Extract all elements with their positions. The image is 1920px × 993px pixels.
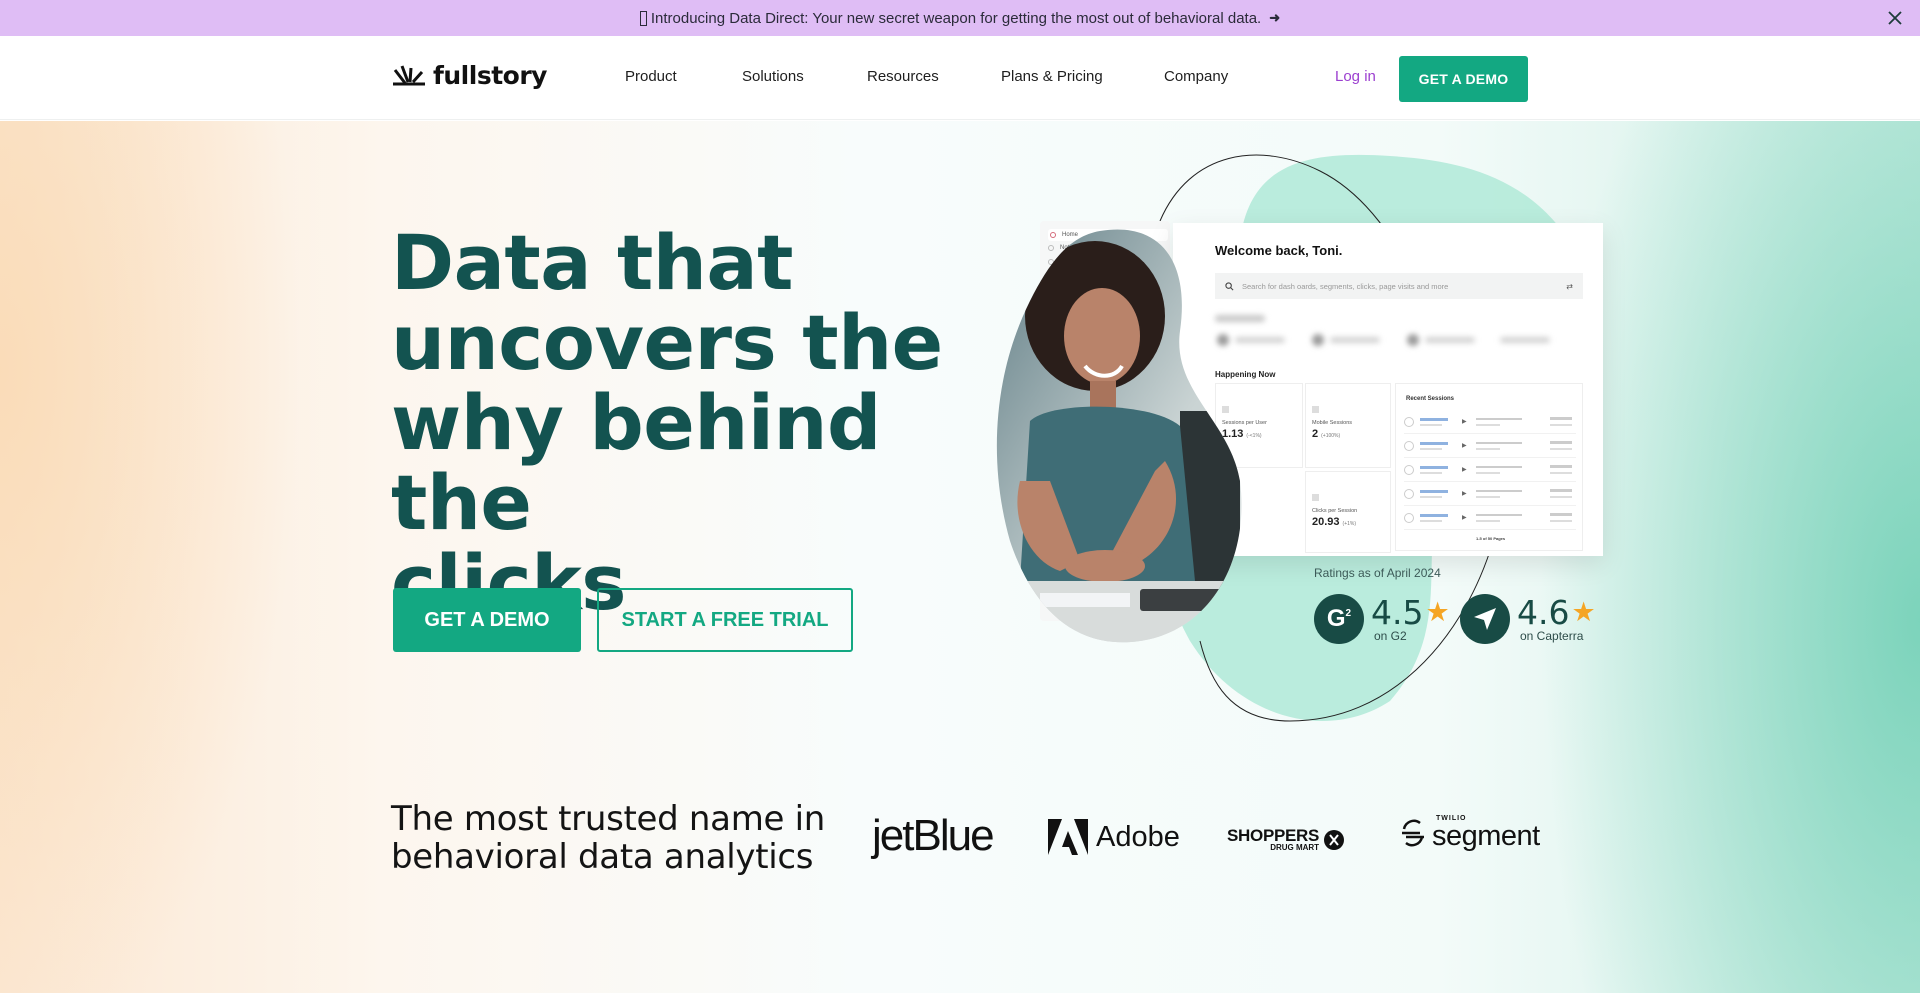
- metric-label: Mobile Sessions: [1312, 420, 1353, 426]
- nav-resources[interactable]: Resources: [867, 68, 939, 85]
- capterra-logo-icon: [1460, 594, 1510, 644]
- search-placeholder: Search for dash oards, segments, clicks,…: [1242, 281, 1449, 291]
- g2-logo-icon: G2: [1314, 594, 1364, 644]
- hero-free-trial-button[interactable]: START A FREE TRIAL: [597, 588, 853, 652]
- rating-capterra: 4.6 ★ on Capterra: [1460, 594, 1596, 644]
- filter-icon: ⇄: [1566, 281, 1573, 291]
- session-row: ▶: [1404, 486, 1576, 506]
- play-icon: ▶: [1462, 515, 1467, 521]
- rating-score: 4.6: [1517, 592, 1570, 632]
- main-navigation: fullstory Product Solutions Resources Pl…: [0, 36, 1920, 120]
- session-row: ▶: [1404, 462, 1576, 482]
- rating-score: 4.5: [1371, 592, 1424, 632]
- rating-platform: on Capterra: [1520, 628, 1584, 643]
- ratings-caption: Ratings as of April 2024: [1314, 566, 1441, 580]
- hero-illustration: Home Notifications Notes Data Exports Li…: [990, 121, 1650, 741]
- metric-value: 2 (+100%): [1312, 428, 1341, 440]
- session-row: ▶: [1404, 510, 1576, 530]
- play-icon: ▶: [1462, 491, 1467, 497]
- play-icon: ▶: [1462, 467, 1467, 473]
- metric-label: Clicks per Session: [1312, 508, 1358, 514]
- nav-solutions[interactable]: Solutions: [742, 68, 804, 85]
- announcement-bar[interactable]: Introducing Data Direct: Your new secret…: [0, 0, 1920, 36]
- shoppers-emblem-icon: [1324, 829, 1345, 850]
- play-icon: ▶: [1462, 443, 1467, 449]
- shoppers-drug-mart-logo: SHOPPERS DRUG MART: [1227, 827, 1345, 852]
- nav-get-demo-button[interactable]: GET A DEMO: [1399, 56, 1528, 102]
- nav-product[interactable]: Product: [625, 68, 677, 85]
- user-avatar-icon: [1404, 417, 1414, 427]
- close-announcement-button[interactable]: [1884, 7, 1906, 29]
- sessions-pager: 1-5 of 50 Pages: [1476, 536, 1506, 541]
- session-row: ▶: [1404, 414, 1576, 434]
- hero-headline: Data that uncovers the why behind the cl…: [391, 223, 1011, 623]
- trusted-line: The most trusted name in: [391, 799, 826, 839]
- fullstory-burst-icon: [393, 64, 425, 85]
- star-icon: ★: [1571, 596, 1596, 628]
- arrow-right-icon[interactable]: ➜: [1269, 10, 1280, 26]
- rating-g2: G2 4.5 ★ on G2: [1314, 594, 1450, 644]
- star-icon: ★: [1425, 596, 1450, 628]
- user-avatar-icon: [1404, 441, 1414, 451]
- user-avatar-icon: [1404, 513, 1414, 523]
- announcement-text[interactable]: Introducing Data Direct: Your new secret…: [651, 10, 1261, 27]
- hero-get-demo-button[interactable]: GET A DEMO: [393, 588, 581, 652]
- recent-sessions-title: Recent Sessions: [1406, 396, 1455, 402]
- user-avatar-icon: [1404, 489, 1414, 499]
- adobe-a-icon: [1048, 819, 1088, 855]
- metric-card: Mobile Sessions 2 (+100%): [1305, 383, 1391, 468]
- headline-line: Data that: [391, 218, 794, 307]
- rating-platform: on G2: [1374, 628, 1407, 643]
- adobe-logo: Adobe: [1048, 819, 1180, 855]
- metric-icon: [1312, 406, 1319, 413]
- trusted-heading: The most trusted name in behavioral data…: [391, 800, 825, 876]
- twilio-segment-logo: TWILIO segment: [1400, 815, 1540, 851]
- metric-icon: [1312, 494, 1319, 501]
- nav-plans-pricing[interactable]: Plans & Pricing: [1001, 68, 1103, 85]
- dashboard-search: Search for dash oards, segments, clicks,…: [1215, 273, 1583, 299]
- blurred-shortcuts: [1215, 315, 1575, 355]
- metric-card: Clicks per Session 20.93 (+1%): [1305, 471, 1391, 553]
- trusted-line: behavioral data analytics: [391, 837, 814, 877]
- jetblue-logo: jetBlue: [872, 811, 995, 860]
- headline-line: why behind the: [391, 378, 881, 547]
- metric-value: 20.93 (+1%): [1312, 516, 1357, 528]
- play-icon: ▶: [1462, 419, 1467, 425]
- close-icon: [1888, 11, 1902, 25]
- segment-icon: [1402, 819, 1424, 847]
- session-row: ▶: [1404, 438, 1576, 458]
- headline-line: uncovers the: [391, 298, 943, 387]
- nav-company[interactable]: Company: [1164, 68, 1228, 85]
- missing-glyph-icon: [639, 10, 647, 26]
- hero-section: Data that uncovers the why behind the cl…: [0, 121, 1920, 993]
- user-avatar-icon: [1404, 465, 1414, 475]
- login-link[interactable]: Log in: [1335, 68, 1376, 85]
- logo-wordmark: fullstory: [433, 61, 547, 90]
- person-photo: [996, 229, 1242, 643]
- recent-sessions-panel: Recent Sessions ▶ ▶ ▶ ▶ ▶ 1-5 of 50 Pages: [1395, 383, 1583, 551]
- fullstory-logo[interactable]: fullstory: [391, 61, 547, 90]
